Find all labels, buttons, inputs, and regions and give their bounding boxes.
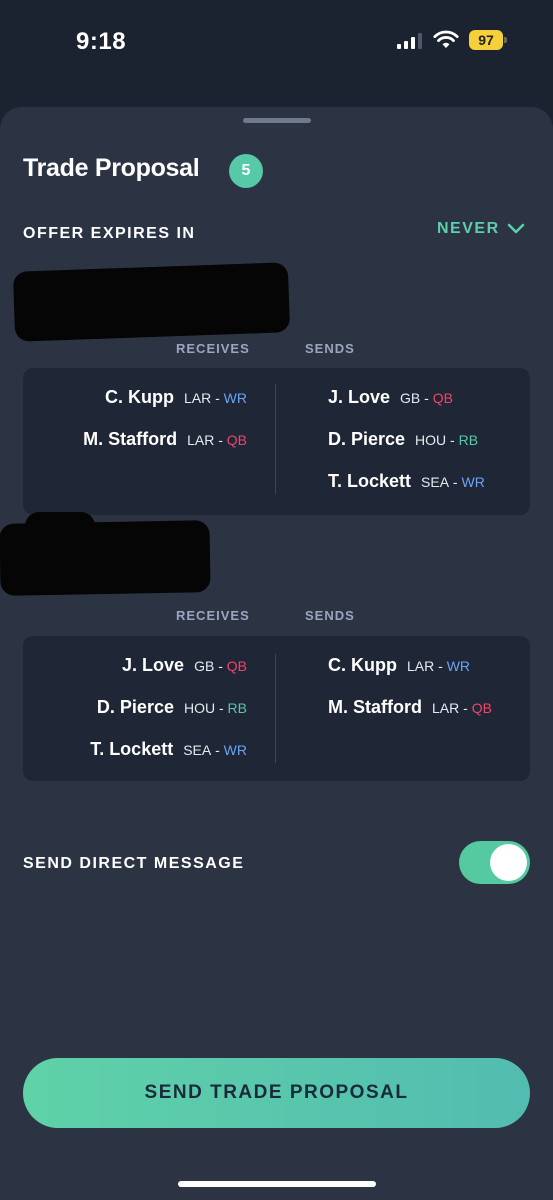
- team-position-separator: -: [211, 742, 224, 758]
- player-position: QB: [432, 390, 453, 406]
- player-row[interactable]: J. Love GB - QB: [122, 655, 247, 685]
- player-position: WR: [223, 742, 247, 758]
- player-name: D. Pierce: [96, 697, 174, 717]
- player-position: WR: [223, 390, 247, 406]
- player-position: WR: [446, 658, 471, 674]
- status-time: 9:18: [76, 28, 127, 55]
- trade-card-1[interactable]: C. Kupp LAR - WR M. Stafford LAR - QB J. Lo…: [23, 368, 530, 515]
- battery-icon: 97: [469, 30, 503, 50]
- offer-expires-label: OFFER EXPIRES IN: [23, 225, 196, 242]
- team-position-separator: -: [215, 700, 228, 716]
- home-indicator[interactable]: [178, 1181, 376, 1187]
- card-divider: [275, 384, 276, 494]
- player-name: J. Love: [122, 655, 185, 675]
- offer-expires-value: NEVER: [437, 220, 500, 237]
- team-position-separator: -: [449, 474, 462, 490]
- player-row[interactable]: M. Stafford LAR - QB: [328, 697, 492, 727]
- count-badge: 5: [229, 154, 263, 188]
- sends-header-2: SENDS: [305, 608, 355, 623]
- wifi-icon: [433, 30, 459, 48]
- player-team: LAR: [187, 432, 215, 448]
- player-row[interactable]: J. Love GB - QB: [328, 387, 453, 417]
- trade-proposal-sheet: Trade Proposal 5 OFFER EXPIRES IN NEVER …: [0, 107, 553, 1200]
- player-team: HOU: [415, 432, 447, 448]
- page-title: Trade Proposal: [23, 154, 200, 182]
- player-team: GB: [194, 658, 215, 674]
- redaction-1: [12, 262, 291, 342]
- player-name: J. Love: [328, 387, 391, 407]
- player-row[interactable]: T. Lockett SEA - WR: [328, 471, 485, 501]
- player-team: SEA: [183, 742, 212, 758]
- trade-card-2[interactable]: J. Love GB - QB D. Pierce HOU - RB T. Locket…: [23, 636, 530, 781]
- player-team: SEA: [421, 474, 450, 490]
- offer-expires-dropdown[interactable]: NEVER: [437, 220, 526, 238]
- team-position-separator: -: [446, 432, 459, 448]
- player-row[interactable]: T. Lockett SEA - WR: [90, 739, 247, 769]
- player-position: RB: [227, 700, 247, 716]
- receives-header-2: RECEIVES: [176, 608, 250, 623]
- player-name: M. Stafford: [83, 429, 178, 449]
- sheet-grabber[interactable]: [243, 118, 311, 123]
- status-bar: 9:18 97: [0, 0, 553, 90]
- player-row[interactable]: D. Pierce HOU - RB: [328, 429, 478, 459]
- team-position-separator: -: [211, 390, 224, 406]
- player-name: C. Kupp: [328, 655, 397, 675]
- player-row[interactable]: D. Pierce HOU - RB: [97, 697, 247, 727]
- player-team: LAR: [432, 700, 460, 716]
- player-name: T. Lockett: [90, 739, 174, 759]
- player-name: M. Stafford: [328, 697, 422, 717]
- player-team: HOU: [183, 700, 216, 716]
- sends-header-1: SENDS: [305, 341, 355, 356]
- signal-icon: [397, 33, 422, 49]
- player-row[interactable]: C. Kupp LAR - WR: [328, 655, 470, 685]
- player-row[interactable]: C. Kupp LAR - WR: [105, 387, 247, 417]
- card-divider: [275, 654, 276, 763]
- team-position-separator: -: [434, 658, 447, 674]
- player-team: LAR: [183, 390, 212, 406]
- player-name: C. Kupp: [104, 387, 174, 407]
- toggle-knob: [490, 844, 527, 881]
- player-row[interactable]: M. Stafford LAR - QB: [83, 429, 247, 459]
- player-position: QB: [226, 432, 247, 448]
- battery-nub: [504, 37, 507, 43]
- player-position: QB: [471, 700, 492, 716]
- player-name: T. Lockett: [328, 471, 412, 491]
- player-name: D. Pierce: [328, 429, 406, 449]
- player-team: GB: [400, 390, 421, 406]
- send-trade-proposal-button[interactable]: SEND TRADE PROPOSAL: [23, 1058, 530, 1128]
- send-direct-message-label: SEND DIRECT MESSAGE: [23, 855, 245, 872]
- redaction-2b: [25, 512, 95, 547]
- player-position: WR: [461, 474, 485, 490]
- team-position-separator: -: [459, 700, 472, 716]
- chevron-down-icon: [507, 223, 524, 234]
- send-direct-message-toggle[interactable]: [459, 841, 530, 884]
- team-position-separator: -: [214, 432, 227, 448]
- player-team: LAR: [407, 658, 435, 674]
- receives-header-1: RECEIVES: [176, 341, 250, 356]
- player-position: RB: [458, 432, 479, 448]
- player-position: QB: [226, 658, 247, 674]
- team-position-separator: -: [214, 658, 227, 674]
- team-position-separator: -: [420, 390, 433, 406]
